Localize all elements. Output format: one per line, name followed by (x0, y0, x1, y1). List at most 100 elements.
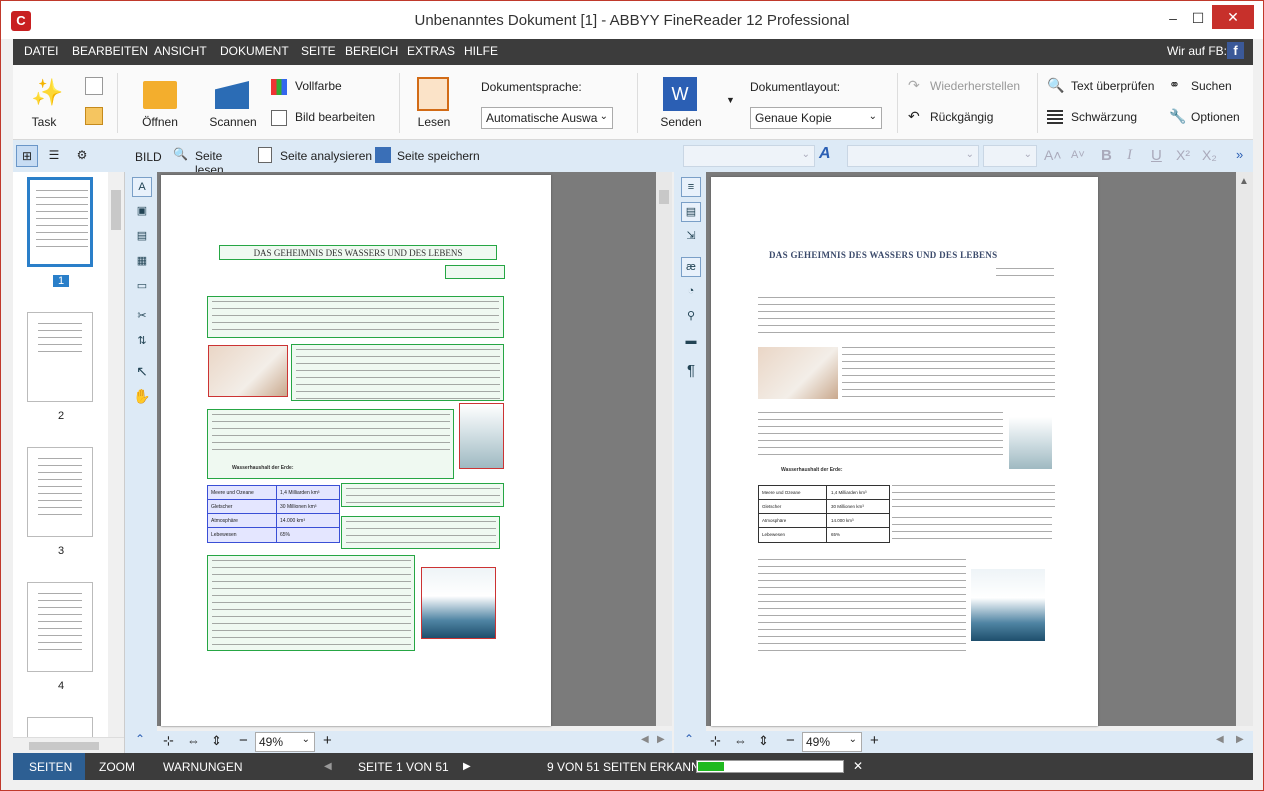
facebook-icon[interactable]: f (1227, 42, 1244, 59)
font-size-select[interactable]: ⌄ (983, 145, 1037, 167)
text-vscrollbar[interactable]: ▲ (1236, 172, 1253, 726)
paragraph-text-area[interactable] (291, 344, 504, 401)
barcode-area-icon[interactable]: ▭ (132, 277, 152, 297)
tab-warnings[interactable]: WARNUNGEN (163, 760, 243, 774)
doc-layout-select[interactable]: Genaue Kopie ⌄ (750, 107, 882, 129)
delete-area-icon[interactable]: ✂ (132, 307, 152, 327)
zoom-in-icon[interactable]: + (323, 732, 332, 749)
fit-height-icon[interactable]: ⇕ (758, 733, 769, 749)
scan-button[interactable]: Scannen (205, 73, 261, 135)
detail-view-icon[interactable]: ☰ (43, 145, 65, 167)
photo-area-water-leaf[interactable] (421, 567, 496, 639)
table-area-icon[interactable]: ▦ (132, 252, 152, 272)
next-page-icon[interactable]: ▶ (463, 761, 471, 772)
show-document-icon[interactable]: ▤ (681, 202, 701, 222)
close-button[interactable]: ✕ (1212, 5, 1254, 29)
zoom-select[interactable]: 49% ⌄ (255, 732, 315, 752)
hand-icon[interactable]: ✋ (132, 387, 152, 407)
cancel-recognition-icon[interactable]: ✕ (853, 759, 863, 773)
zoom-out-icon[interactable]: − (239, 732, 248, 749)
paragraph-text-area[interactable] (207, 296, 504, 338)
ligature-icon[interactable]: æ (681, 257, 701, 277)
scrollbar-thumb[interactable] (111, 190, 121, 230)
bold-icon[interactable]: B (1101, 147, 1112, 164)
picture-area-icon[interactable]: ▣ (132, 202, 152, 222)
fit-height-icon[interactable]: ⇕ (211, 733, 222, 749)
paragraph-text-area[interactable] (341, 516, 500, 549)
fit-width-icon[interactable]: ⇔ (734, 733, 747, 748)
menu-seite[interactable]: SEITE (301, 44, 336, 58)
superscript-icon[interactable]: X² (1176, 147, 1190, 163)
text-area-icon[interactable]: A (132, 177, 152, 197)
more-tools-icon[interactable]: » (1236, 147, 1243, 162)
prev-page-icon[interactable]: ◀ (324, 761, 332, 772)
tab-pages[interactable]: SEITEN (13, 753, 85, 780)
menu-datei[interactable]: DATEI (24, 44, 58, 58)
underline-icon[interactable]: U (1151, 147, 1162, 164)
menu-bereich[interactable]: BEREICH (345, 44, 398, 58)
paragraph-text-area[interactable] (341, 483, 504, 507)
redaction-button[interactable]: Schwärzung (1047, 108, 1147, 128)
page-thumbnail[interactable] (27, 177, 93, 267)
text-flow-icon[interactable]: ⇲ (681, 227, 701, 247)
page-properties-icon[interactable]: ⚙ (71, 145, 93, 167)
save-page-button[interactable]: Seite speichern (375, 147, 490, 165)
minimize-button[interactable]: – (1159, 7, 1187, 29)
page-thumbnail[interactable] (27, 447, 93, 537)
fit-width-icon[interactable]: ⇔ (187, 733, 200, 748)
scroll-up-icon[interactable]: ▲ (1239, 176, 1249, 187)
menu-bearbeiten[interactable]: BEARBEITEN (72, 44, 148, 58)
tab-zoom[interactable]: ZOOM (99, 760, 135, 774)
task-button[interactable]: ✨ Task (19, 73, 69, 135)
open-button[interactable]: Öffnen (135, 73, 185, 135)
paragraph-text-area[interactable]: Wasserhaushalt der Erde: (207, 409, 454, 479)
increase-font-icon[interactable]: A˄ (1044, 147, 1062, 163)
search-button[interactable]: ⚭ Suchen (1169, 77, 1249, 97)
decrease-font-icon[interactable]: A˅ (1071, 149, 1085, 161)
menu-ansicht[interactable]: ANSICHT (154, 44, 207, 58)
italic-icon[interactable]: I (1127, 147, 1132, 164)
page-thumbnail[interactable] (27, 717, 93, 737)
maximize-button[interactable]: ☐ (1187, 7, 1209, 29)
thumbnails-hscrollbar[interactable] (13, 737, 124, 753)
font-family-select[interactable]: ⌄ (847, 145, 979, 167)
pilcrow-icon[interactable]: ¶ (681, 362, 701, 382)
redo-button[interactable]: ↷ Wiederherstellen (908, 77, 1038, 97)
zoom-select[interactable]: 49% ⌄ (802, 732, 862, 752)
scroll-left-icon[interactable]: ◀ (1216, 734, 1224, 745)
check-text-button[interactable]: 🔍 Text überprüfen (1047, 77, 1162, 97)
search-replace-icon[interactable]: ⚲ (681, 307, 701, 327)
text-style-select[interactable]: ⌄ (683, 145, 815, 167)
scroll-left-icon[interactable]: ◀ (641, 734, 649, 745)
zoom-out-icon[interactable]: − (786, 732, 795, 749)
page-thumbnail[interactable] (27, 312, 93, 402)
photo-area-boy[interactable] (208, 345, 288, 397)
menu-dokument[interactable]: DOKUMENT (220, 44, 289, 58)
photo-area-glass[interactable] (459, 403, 504, 469)
clear-format-icon[interactable]: ▬ (681, 332, 701, 352)
scroll-right-icon[interactable]: ▶ (1236, 734, 1244, 745)
fit-page-icon[interactable]: ⊹ (710, 733, 721, 749)
scrollbar-thumb[interactable] (29, 742, 99, 750)
scroll-right-icon[interactable]: ▶ (657, 734, 665, 745)
collapse-up-icon[interactable]: ⌃ (135, 732, 145, 746)
table-area[interactable]: Meere und Ozeane 1,4 Milliarden km³ Glet… (207, 485, 340, 543)
zoom-in-icon[interactable]: + (870, 732, 879, 749)
menu-hilfe[interactable]: HILFE (464, 44, 498, 58)
background-picture-icon[interactable]: ▤ (132, 227, 152, 247)
new-task-icon[interactable] (85, 77, 103, 95)
pointer-icon[interactable]: ↖ (132, 362, 152, 382)
page-thumbnail[interactable] (27, 582, 93, 672)
heading-text-area[interactable]: DAS GEHEIMNIS DES WASSERS UND DES LEBENS (219, 245, 497, 260)
paragraph-text-area[interactable] (207, 555, 415, 651)
image-vscrollbar[interactable] (656, 172, 672, 726)
show-text-icon[interactable]: ≡ (681, 177, 701, 197)
analyze-page-button[interactable]: Seite analysieren (258, 147, 373, 165)
send-dropdown-icon[interactable]: ▼ (726, 95, 735, 105)
doc-language-select[interactable]: Automatische Auswa ⌄ (481, 107, 613, 129)
caption-text-area[interactable] (445, 265, 505, 279)
collapse-up-icon[interactable]: ⌃ (684, 732, 694, 746)
scrollbar-thumb[interactable] (659, 190, 669, 204)
edit-image-button[interactable]: Bild bearbeiten (271, 108, 391, 128)
full-color-button[interactable]: Vollfarbe (271, 77, 381, 97)
